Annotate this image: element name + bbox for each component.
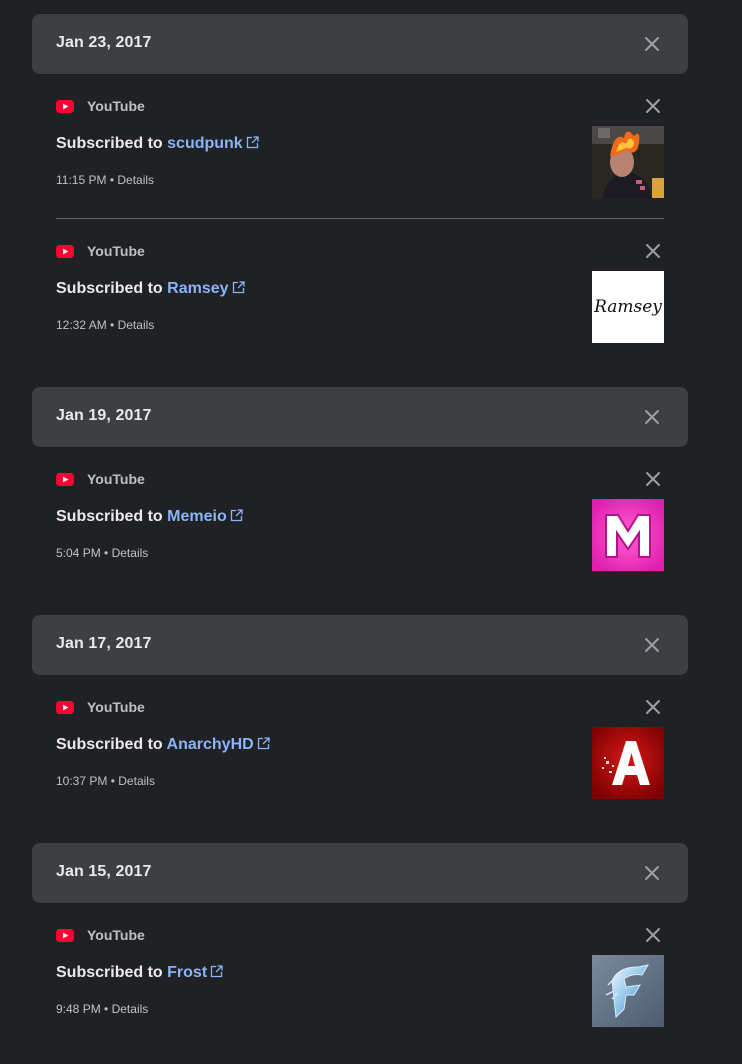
anarchyhd-avatar: [592, 727, 664, 799]
activity-time: 5:04 PM: [56, 546, 101, 560]
frost-avatar: [592, 955, 664, 1027]
title-prefix: Subscribed to: [56, 135, 163, 152]
ramsey-avatar: Ramsey: [592, 271, 664, 343]
date-header: Jan 23, 2017: [32, 14, 688, 74]
external-link-icon: [232, 281, 245, 294]
activity-title: Subscribed to Memeio: [56, 508, 243, 526]
date-label: Jan 17, 2017: [56, 635, 152, 652]
anarchyhd-thumbnail[interactable]: [592, 727, 664, 799]
activity-item: YouTube Subscribed to Ramsey 12:32 AM • …: [0, 238, 742, 383]
separator-dot: •: [104, 546, 109, 560]
details-link[interactable]: Details: [112, 1002, 149, 1016]
activity-meta: 11:15 PM • Details: [56, 173, 154, 187]
youtube-logo-icon: [56, 929, 74, 942]
memeio-thumbnail[interactable]: [592, 499, 664, 571]
activity-time: 9:48 PM: [56, 1002, 101, 1016]
separator-dot: •: [110, 774, 115, 788]
channel-link[interactable]: scudpunk: [167, 135, 259, 152]
product-name: YouTube: [87, 927, 145, 943]
product-name: YouTube: [87, 243, 145, 259]
separator-dot: •: [109, 173, 115, 187]
close-icon: [646, 472, 660, 486]
activity-item: YouTube Subscribed to Memeio 5:04 PM • D…: [0, 466, 742, 611]
close-icon: [645, 866, 659, 880]
delete-item-button[interactable]: [641, 239, 665, 263]
date-label: Jan 23, 2017: [56, 34, 152, 51]
activity-title: Subscribed to AnarchyHD: [56, 736, 270, 754]
date-header: Jan 17, 2017: [32, 615, 688, 675]
delete-item-button[interactable]: [641, 94, 665, 118]
channel-link[interactable]: Frost: [167, 964, 223, 981]
activity-time: 12:32 AM: [56, 318, 107, 332]
memeio-avatar: [592, 499, 664, 571]
close-icon: [646, 244, 660, 258]
delete-item-button[interactable]: [641, 695, 665, 719]
channel-name: Memeio: [167, 508, 227, 525]
activity-item: YouTube Subscribed to Frost 9:48 PM • De…: [0, 922, 742, 1064]
close-icon: [646, 99, 660, 113]
close-icon: [646, 700, 660, 714]
activity-time: 11:15 PM: [56, 173, 107, 187]
youtube-logo-icon: [56, 473, 74, 486]
external-link-icon: [246, 136, 259, 149]
youtube-logo-icon: [56, 245, 74, 258]
delete-day-button[interactable]: [640, 32, 664, 56]
date-header: Jan 19, 2017: [32, 387, 688, 447]
close-icon: [646, 928, 660, 942]
close-icon: [645, 638, 659, 652]
close-icon: [645, 37, 659, 51]
product-name: YouTube: [87, 471, 145, 487]
channel-name: AnarchyHD: [166, 736, 254, 753]
external-link-icon: [230, 509, 243, 522]
activity-list: Jan 23, 2017 YouTube Subscribed to scudp…: [0, 0, 742, 1064]
youtube-logo-icon: [56, 701, 74, 714]
activity-item: YouTube Subscribed to scudpunk 11:15 PM …: [0, 93, 742, 238]
title-prefix: Subscribed to: [56, 508, 163, 525]
item-divider: [56, 218, 664, 219]
channel-link[interactable]: Ramsey: [167, 280, 245, 297]
details-link[interactable]: Details: [118, 774, 155, 788]
frost-thumbnail[interactable]: [592, 955, 664, 1027]
ramsey-logo-text: Ramsey: [593, 297, 662, 317]
activity-title: Subscribed to Frost: [56, 964, 223, 982]
activity-title: Subscribed to Ramsey: [56, 280, 245, 298]
youtube-logo-icon: [56, 100, 74, 113]
date-header: Jan 15, 2017: [32, 843, 688, 903]
title-prefix: Subscribed to: [56, 736, 163, 753]
activity-meta: 9:48 PM • Details: [56, 1002, 148, 1016]
close-icon: [645, 410, 659, 424]
delete-day-button[interactable]: [640, 861, 664, 885]
activity-meta: 10:37 PM • Details: [56, 774, 155, 788]
product-name: YouTube: [87, 699, 145, 715]
date-label: Jan 19, 2017: [56, 407, 152, 424]
activity-meta: 12:32 AM • Details: [56, 318, 154, 332]
activity-meta: 5:04 PM • Details: [56, 546, 148, 560]
channel-name: Frost: [167, 964, 208, 981]
separator-dot: •: [110, 318, 115, 332]
external-link-icon: [210, 965, 223, 978]
details-link[interactable]: Details: [118, 318, 155, 332]
activity-title: Subscribed to scudpunk: [56, 135, 259, 153]
scudpunk-thumbnail[interactable]: [592, 126, 664, 198]
date-label: Jan 15, 2017: [56, 863, 152, 880]
product-name: YouTube: [87, 98, 145, 114]
title-prefix: Subscribed to: [56, 280, 163, 297]
channel-name: Ramsey: [167, 280, 229, 297]
scudpunk-avatar: [592, 126, 664, 198]
details-link[interactable]: Details: [112, 546, 149, 560]
channel-name: scudpunk: [167, 135, 243, 152]
ramsey-thumbnail[interactable]: Ramsey: [592, 271, 664, 343]
activity-time: 10:37 PM: [56, 774, 108, 788]
channel-link[interactable]: Memeio: [167, 508, 243, 525]
details-link[interactable]: Details: [117, 173, 154, 187]
external-link-icon: [257, 737, 270, 750]
activity-item: YouTube Subscribed to AnarchyHD 10:37 PM…: [0, 694, 742, 839]
channel-link[interactable]: AnarchyHD: [167, 736, 270, 753]
delete-item-button[interactable]: [641, 923, 665, 947]
delete-item-button[interactable]: [641, 467, 665, 491]
title-prefix: Subscribed to: [56, 964, 163, 981]
delete-day-button[interactable]: [640, 405, 664, 429]
separator-dot: •: [104, 1002, 109, 1016]
delete-day-button[interactable]: [640, 633, 664, 657]
